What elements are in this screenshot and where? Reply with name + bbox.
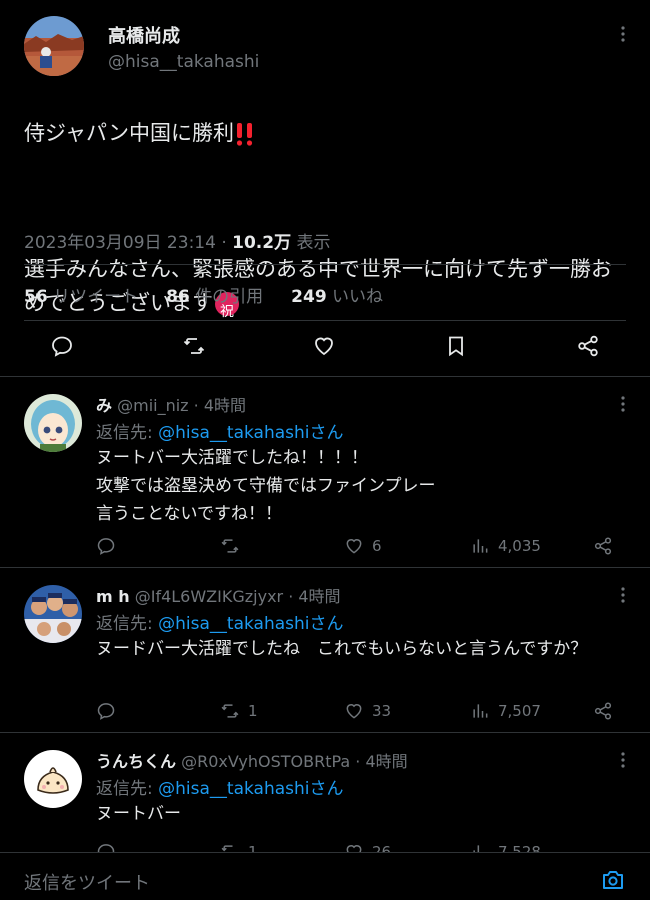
reply-text: ヌートバー大活躍でしたね！！！！ 攻撃では盗塁決めて守備ではファインプレー 言う… (96, 448, 436, 524)
views-label: 表示 (291, 233, 331, 253)
reply-text: ヌードバー大活躍でしたね これでもいらないと言うんですか？ (96, 639, 588, 659)
reply-author-name[interactable]: m h (96, 587, 130, 606)
reply-actions: 1 33 7,507 (0, 701, 650, 723)
retweet-button[interactable]: 1 (220, 701, 258, 721)
views-count: 7,507 (498, 702, 541, 720)
views-count: 4,035 (498, 537, 541, 555)
reply-to-line: 返信先: @hisa__takahashiさん (96, 609, 344, 634)
like-count: 6 (372, 537, 382, 555)
reply-tweet[interactable]: み @mii_niz · 4時間 返信先: @hisa__takahashiさん… (0, 376, 650, 567)
double-exclamation-icon (234, 121, 256, 147)
quote-label: 件の引用 (189, 287, 264, 307)
like-icon (344, 701, 364, 721)
views-count: 10.2万 (232, 233, 292, 253)
views-icon (470, 536, 490, 556)
reply-icon[interactable] (96, 701, 116, 721)
like-count: 33 (372, 702, 392, 720)
timestamp[interactable]: 2023年03月09日 23:14 · (24, 233, 232, 253)
camera-icon[interactable] (601, 869, 625, 891)
reply-tweet[interactable]: うんちくん @R0xVyhOSTOBRtPa · 4時間 返信先: @hisa_… (0, 732, 650, 861)
avatar[interactable] (24, 750, 82, 808)
reply-actions: 6 4,035 (0, 536, 650, 558)
tweet-text: 侍ジャパン中国に勝利 選手みんなさん、緊張感のある中で世界一に向けて先ず一勝おめ… (24, 82, 634, 354)
like-button[interactable]: 33 (344, 701, 391, 721)
like-label: いいね (326, 287, 384, 307)
reply-composer: 返信をツイート (0, 852, 650, 900)
retweet-icon (220, 701, 240, 721)
views-button[interactable]: 4,035 (470, 536, 541, 556)
retweet-button[interactable] (220, 536, 248, 556)
reply-handle-time[interactable]: @R0xVyhOSTOBRtPa · 4時間 (181, 752, 408, 771)
divider (24, 264, 626, 265)
like-icon (344, 536, 364, 556)
retweet-icon[interactable] (182, 334, 206, 358)
tweet-meta: 2023年03月09日 23:14 · 10.2万 表示 (24, 228, 331, 253)
reply-tweet[interactable]: m h @If4L6WZIKGzjyxr · 4時間 返信先: @hisa__t… (0, 567, 650, 732)
more-options-icon[interactable] (620, 752, 626, 768)
retweet-icon (220, 536, 240, 556)
reply-header: み @mii_niz · 4時間 (96, 392, 246, 416)
more-options-icon[interactable] (620, 396, 626, 412)
share-icon[interactable] (593, 536, 613, 556)
reply-author-name[interactable]: み (96, 396, 112, 415)
reply-to-prefix: 返信先: (96, 423, 159, 443)
reply-to-prefix: 返信先: (96, 779, 159, 799)
share-icon[interactable] (593, 701, 613, 721)
reply-author-name[interactable]: うんちくん (96, 752, 176, 771)
more-options-icon[interactable] (620, 587, 626, 603)
avatar[interactable] (24, 16, 84, 76)
like-button[interactable]: 6 (344, 536, 382, 556)
reply-icon[interactable] (50, 334, 74, 358)
views-button[interactable]: 7,507 (470, 701, 541, 721)
retweet-count: 56 (24, 287, 48, 307)
tweet-headline: 侍ジャパン中国に勝利 (24, 121, 234, 145)
share-icon[interactable] (576, 334, 600, 358)
quote-count: 86 (166, 287, 190, 307)
reply-text: ヌートバー (96, 804, 181, 824)
reply-to-link[interactable]: @hisa__takahashiさん (158, 614, 343, 634)
like-icon[interactable] (312, 334, 336, 358)
reply-to-link[interactable]: @hisa__takahashiさん (158, 779, 343, 799)
more-options-icon[interactable] (620, 26, 626, 42)
views-icon (470, 701, 490, 721)
reply-handle-time[interactable]: @mii_niz · 4時間 (117, 396, 246, 415)
like-count: 249 (291, 287, 327, 307)
reply-icon[interactable] (96, 536, 116, 556)
author-name[interactable]: 高橋尚成 (108, 22, 180, 48)
reply-handle-time[interactable]: @If4L6WZIKGzjyxr · 4時間 (135, 587, 341, 606)
reply-header: m h @If4L6WZIKGzjyxr · 4時間 (96, 583, 341, 607)
bookmark-icon[interactable] (444, 334, 468, 358)
tweet-stats: 56 リツイート 86 件の引用 249 いいね (24, 282, 411, 307)
avatar[interactable] (24, 394, 82, 452)
reply-to-prefix: 返信先: (96, 614, 159, 634)
reply-to-link[interactable]: @hisa__takahashiさん (158, 423, 343, 443)
reply-to-line: 返信先: @hisa__takahashiさん (96, 774, 344, 799)
reply-to-line: 返信先: @hisa__takahashiさん (96, 418, 344, 443)
tweet-actions (0, 334, 650, 364)
retweet-label: リツイート (47, 287, 139, 307)
retweet-stat[interactable]: 56 リツイート (24, 282, 138, 307)
reply-input[interactable]: 返信をツイート (24, 869, 150, 895)
divider (24, 320, 626, 321)
like-stat[interactable]: 249 いいね (291, 282, 383, 307)
retweet-count: 1 (248, 702, 258, 720)
quote-stat[interactable]: 86 件の引用 (166, 282, 263, 307)
avatar[interactable] (24, 585, 82, 643)
author-handle[interactable]: @hisa__takahashi (108, 52, 259, 72)
reply-header: うんちくん @R0xVyhOSTOBRtPa · 4時間 (96, 748, 408, 772)
